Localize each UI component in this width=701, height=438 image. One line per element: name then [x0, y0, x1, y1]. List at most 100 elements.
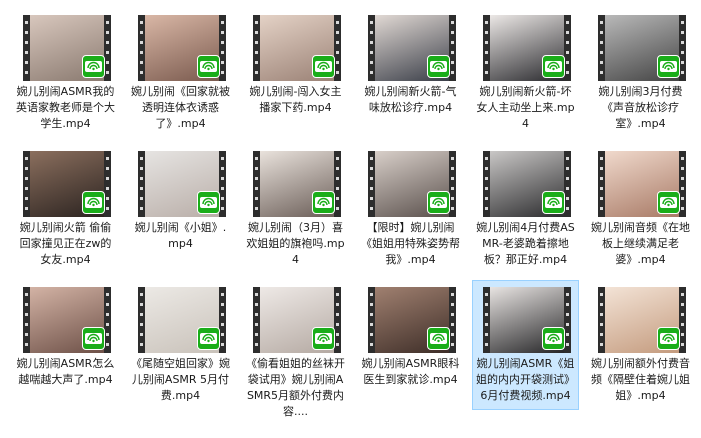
video-thumbnail — [23, 15, 111, 81]
video-thumbnail — [253, 151, 341, 217]
file-name-label: 婉儿别闹4月付费ASMR-老婆跪着擦地板？那正好.mp4 — [476, 221, 575, 266]
film-strip-left — [23, 15, 30, 81]
file-name-label: 《偷看姐姐的丝袜开袋试用》婉儿别闹ASMR5月额外付费内容.... — [246, 357, 345, 418]
video-thumbnail — [598, 151, 686, 217]
file-grid: 婉儿别闹ASMR我的英语家教老师是个大学生.mp4 婉儿别闹《回家就被透明连体衣诱… — [0, 0, 701, 438]
video-thumbnail — [598, 15, 686, 81]
film-strip-left — [138, 15, 145, 81]
film-strip-right — [334, 15, 341, 81]
film-strip-left — [23, 287, 30, 353]
film-strip-right — [104, 15, 111, 81]
wechat-video-icon — [197, 191, 220, 214]
film-strip-right — [449, 287, 456, 353]
film-strip-left — [368, 287, 375, 353]
video-thumbnail — [368, 151, 456, 217]
video-thumbnail — [23, 287, 111, 353]
file-item[interactable]: 婉儿别闹（3月）喜欢姐姐的旗袍吗.mp4 — [242, 144, 349, 274]
file-name-label: 婉儿别闹《小姐》.mp4 — [134, 221, 227, 250]
wechat-video-icon — [427, 327, 450, 350]
file-item[interactable]: 【限时】婉儿别闹《姐姐用特殊姿势帮我》.mp4 — [357, 144, 464, 274]
film-strip-left — [598, 151, 605, 217]
wechat-video-icon — [312, 327, 335, 350]
film-strip-right — [219, 151, 226, 217]
video-thumbnail — [368, 287, 456, 353]
video-thumbnail — [483, 151, 571, 217]
file-item[interactable]: 婉儿别闹ASMR怎么越喘越大声了.mp4 — [12, 280, 119, 410]
file-item[interactable]: 《偷看姐姐的丝袜开袋试用》婉儿别闹ASMR5月额外付费内容.... — [242, 280, 349, 418]
file-item[interactable]: 婉儿别闹3月付费《声音放松诊疗室》.mp4 — [587, 8, 694, 138]
wechat-video-icon — [542, 191, 565, 214]
wechat-video-icon — [657, 55, 680, 78]
file-name-label: 婉儿别闹-闯入女主播家下药.mp4 — [249, 85, 342, 114]
film-strip-right — [334, 287, 341, 353]
video-thumbnail — [598, 287, 686, 353]
file-item[interactable]: 婉儿别闹4月付费ASMR-老婆跪着擦地板？那正好.mp4 — [472, 144, 579, 274]
file-name-label: 婉儿别闹ASMR眼科医生到家就诊.mp4 — [361, 357, 460, 386]
file-item[interactable]: 婉儿别闹ASMR《姐姐的内内开袋测试》6月付费视频.mp4 — [472, 280, 579, 410]
video-thumbnail — [138, 15, 226, 81]
wechat-video-icon — [312, 55, 335, 78]
film-strip-left — [253, 151, 260, 217]
wechat-video-icon — [82, 191, 105, 214]
film-strip-right — [679, 151, 686, 217]
film-strip-left — [253, 15, 260, 81]
wechat-video-icon — [197, 327, 220, 350]
file-name-label: 婉儿别闹新火箭-气味放松诊疗.mp4 — [364, 85, 457, 114]
wechat-video-icon — [542, 55, 565, 78]
wechat-video-icon — [657, 327, 680, 350]
film-strip-left — [138, 287, 145, 353]
file-item[interactable]: 《尾随空姐回家》婉儿别闹ASMR 5月付费.mp4 — [127, 280, 234, 410]
file-name-label: 婉儿别闹（3月）喜欢姐姐的旗袍吗.mp4 — [246, 221, 345, 266]
video-thumbnail — [483, 287, 571, 353]
film-strip-left — [483, 287, 490, 353]
film-strip-left — [483, 151, 490, 217]
file-name-label: 婉儿别闹《回家就被透明连体衣诱惑了》.mp4 — [131, 85, 230, 130]
wechat-video-icon — [427, 55, 450, 78]
film-strip-right — [104, 287, 111, 353]
file-item[interactable]: 婉儿别闹火箭 偷偷回家撞见正在zw的女友.mp4 — [12, 144, 119, 274]
wechat-video-icon — [197, 55, 220, 78]
film-strip-right — [334, 151, 341, 217]
file-item[interactable]: 婉儿别闹额外付费音频《隔壁住着婉儿姐姐》.mp4 — [587, 280, 694, 410]
file-name-label: 婉儿别闹额外付费音频《隔壁住着婉儿姐姐》.mp4 — [591, 357, 690, 402]
film-strip-left — [483, 15, 490, 81]
file-item[interactable]: 婉儿别闹-闯入女主播家下药.mp4 — [242, 8, 349, 138]
film-strip-right — [104, 151, 111, 217]
film-strip-left — [23, 151, 30, 217]
file-item[interactable]: 婉儿别闹《回家就被透明连体衣诱惑了》.mp4 — [127, 8, 234, 138]
film-strip-right — [219, 287, 226, 353]
file-item[interactable]: 婉儿别闹音频《在地板上继续满足老婆》.mp4 — [587, 144, 694, 274]
video-thumbnail — [368, 15, 456, 81]
file-item[interactable]: 婉儿别闹ASMR眼科医生到家就诊.mp4 — [357, 280, 464, 410]
film-strip-right — [564, 287, 571, 353]
file-name-label: 婉儿别闹ASMR怎么越喘越大声了.mp4 — [16, 357, 115, 386]
file-name-label: 婉儿别闹新火箭-坏女人主动坐上来.mp4 — [476, 85, 575, 130]
film-strip-right — [679, 15, 686, 81]
file-name-label: 婉儿别闹3月付费《声音放松诊疗室》.mp4 — [598, 85, 683, 130]
file-item[interactable]: 婉儿别闹新火箭-气味放松诊疗.mp4 — [357, 8, 464, 138]
film-strip-right — [679, 287, 686, 353]
video-thumbnail — [138, 151, 226, 217]
film-strip-right — [449, 151, 456, 217]
file-name-label: 婉儿别闹音频《在地板上继续满足老婆》.mp4 — [591, 221, 690, 266]
file-name-label: 《尾随空姐回家》婉儿别闹ASMR 5月付费.mp4 — [131, 357, 230, 402]
file-item[interactable]: 婉儿别闹《小姐》.mp4 — [127, 144, 234, 274]
file-item[interactable]: 婉儿别闹ASMR我的英语家教老师是个大学生.mp4 — [12, 8, 119, 138]
wechat-video-icon — [657, 191, 680, 214]
wechat-video-icon — [82, 55, 105, 78]
film-strip-left — [368, 15, 375, 81]
video-thumbnail — [483, 15, 571, 81]
wechat-video-icon — [82, 327, 105, 350]
film-strip-right — [219, 15, 226, 81]
video-thumbnail — [138, 287, 226, 353]
wechat-video-icon — [312, 191, 335, 214]
film-strip-right — [449, 15, 456, 81]
video-thumbnail — [23, 151, 111, 217]
file-name-label: 婉儿别闹ASMR我的英语家教老师是个大学生.mp4 — [16, 85, 115, 130]
file-name-label: 婉儿别闹火箭 偷偷回家撞见正在zw的女友.mp4 — [19, 221, 112, 266]
file-name-label: 婉儿别闹ASMR《姐姐的内内开袋测试》6月付费视频.mp4 — [476, 357, 575, 402]
file-item[interactable]: 婉儿别闹新火箭-坏女人主动坐上来.mp4 — [472, 8, 579, 138]
film-strip-right — [564, 151, 571, 217]
film-strip-left — [598, 287, 605, 353]
film-strip-left — [598, 15, 605, 81]
